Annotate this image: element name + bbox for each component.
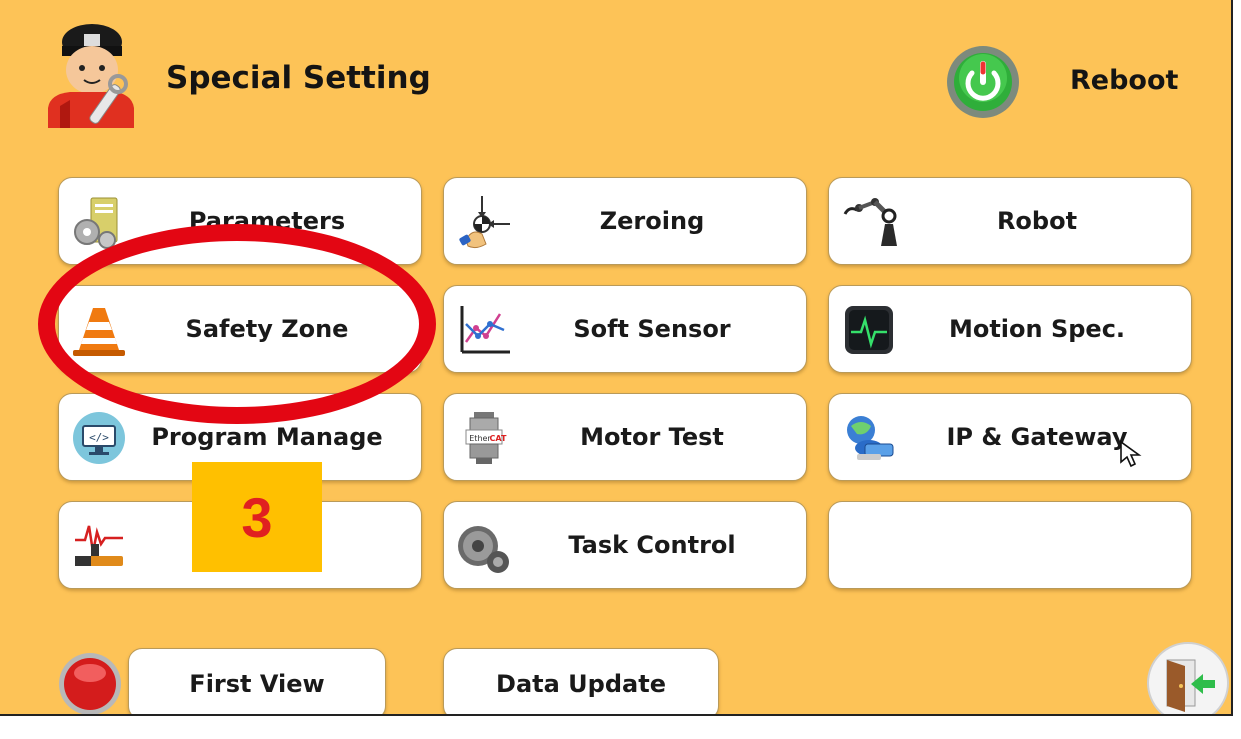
safety-zone-button[interactable]: Safety Zone [58, 285, 422, 373]
reboot-label[interactable]: Reboot [1070, 65, 1178, 96]
exit-door-icon [1147, 642, 1229, 714]
special-setting-screen: Special Setting Reboot Parameters Zeroin… [0, 0, 1233, 716]
robot-arm-icon [843, 198, 897, 246]
traffic-cone-icon [73, 308, 125, 356]
data-update-button[interactable]: Data Update [443, 648, 719, 714]
empty-slot-label [893, 502, 1181, 588]
page-title: Special Setting [166, 60, 431, 96]
ip-gateway-button[interactable]: IP & Gateway [828, 393, 1192, 481]
vibration-sensor-icon [75, 525, 123, 566]
svg-text:CAT: CAT [490, 434, 507, 443]
zeroing-button[interactable]: Zeroing [443, 177, 807, 265]
motor-test-button[interactable]: Ether CAT Motor Test [443, 393, 807, 481]
power-icon [947, 46, 1019, 118]
activity-monitor-icon [845, 306, 893, 354]
robot-button[interactable]: Robot [828, 177, 1192, 265]
robot-label: Robot [996, 207, 1078, 235]
code-monitor-icon: </> [73, 412, 125, 464]
technician-avatar-icon [48, 24, 134, 128]
network-globe-icon [847, 416, 894, 460]
svg-text:Ether: Ether [469, 434, 491, 443]
first-view-button[interactable]: First View [128, 648, 386, 714]
empty-slot-button[interactable] [828, 501, 1192, 589]
motion-spec-button[interactable]: Motion Spec. [828, 285, 1192, 373]
line-chart-icon [460, 306, 510, 354]
task-control-label: Task Control [568, 531, 736, 559]
task-control-button[interactable]: Task Control [443, 501, 807, 589]
parameters-icon [74, 197, 118, 249]
exit-button[interactable] [1145, 640, 1231, 714]
ethercat-motor-icon: Ether CAT [465, 412, 507, 464]
mouse-cursor-icon [1120, 440, 1142, 468]
motion-spec-label: Motion Spec. [948, 315, 1126, 343]
parameters-button[interactable]: Parameters [58, 177, 422, 265]
zeroing-label: Zeroing [599, 207, 705, 235]
step-badge: 3 [192, 462, 322, 572]
reboot-button[interactable] [933, 42, 1033, 122]
status-light-icon [59, 653, 121, 714]
svg-text:</>: </> [89, 431, 109, 444]
safety-zone-label: Safety Zone [185, 315, 349, 343]
soft-sensor-button[interactable]: Soft Sensor [443, 285, 807, 373]
motor-test-label: Motor Test [580, 423, 724, 451]
parameters-label: Parameters [188, 207, 346, 235]
soft-sensor-label: Soft Sensor [573, 315, 731, 343]
zeroing-icon [459, 196, 510, 249]
gears-icon [458, 526, 509, 573]
